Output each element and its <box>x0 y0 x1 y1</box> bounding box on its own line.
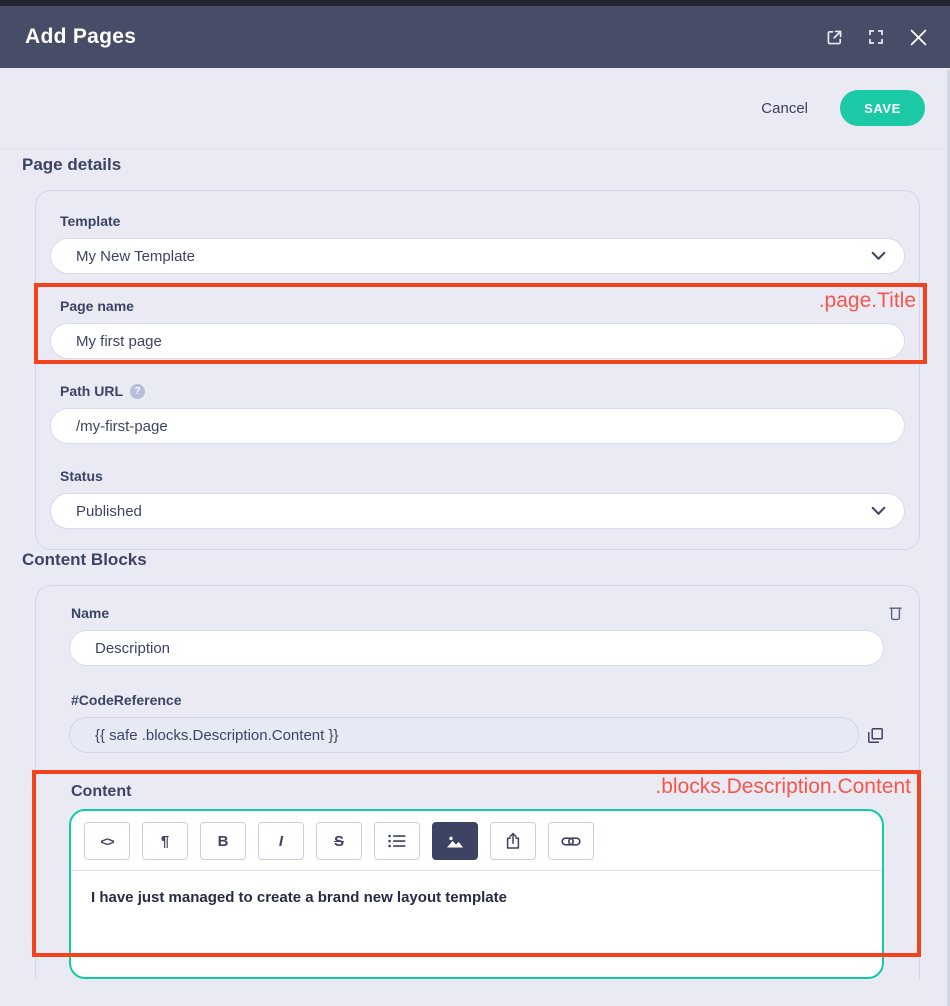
status-value: Published <box>76 503 142 520</box>
page-name-field-group: .page.Title Page name My first page <box>50 298 905 359</box>
page-name-label: Page name <box>60 298 905 314</box>
path-url-label: Path URL <box>60 383 123 399</box>
cancel-button[interactable]: Cancel <box>761 100 808 117</box>
code-icon[interactable]: <> <box>84 822 130 860</box>
path-url-input[interactable]: /my-first-page <box>50 408 905 444</box>
image-icon[interactable] <box>432 822 478 860</box>
modal-header-actions <box>818 21 934 53</box>
page-name-input[interactable]: My first page <box>50 323 905 359</box>
strikethrough-icon[interactable]: S <box>316 822 362 860</box>
modal-title: Add Pages <box>25 25 136 49</box>
content-blocks-heading: Content Blocks <box>22 550 950 570</box>
template-value: My New Template <box>76 248 195 265</box>
block-name-field-group: Name Description <box>69 605 884 666</box>
bold-icon[interactable]: B <box>200 822 246 860</box>
upload-icon[interactable] <box>490 822 536 860</box>
code-reference-field-group: #CodeReference {{ safe .blocks.Descripti… <box>69 692 884 753</box>
modal-body: Page details Template My New Template .p… <box>0 148 950 1006</box>
help-icon[interactable]: ? <box>130 384 145 399</box>
template-select[interactable]: My New Template <box>50 238 905 274</box>
block-name-label: Name <box>71 605 884 621</box>
path-url-field-group: Path URL ? /my-first-page <box>50 383 905 444</box>
status-select[interactable]: Published <box>50 493 905 529</box>
content-label: Content <box>71 783 884 801</box>
action-bar: Cancel SAVE <box>0 68 950 148</box>
editor-toolbar: <> ¶ B I S <box>71 811 882 871</box>
template-field-group: Template My New Template <box>50 213 905 274</box>
open-in-new-icon[interactable] <box>818 21 850 53</box>
page-details-heading: Page details <box>22 155 950 175</box>
block-name-input[interactable]: Description <box>69 630 884 666</box>
status-field-group: Status Published <box>50 468 905 529</box>
editor-text-area[interactable]: I have just managed to create a brand ne… <box>71 871 882 979</box>
status-label: Status <box>60 468 905 484</box>
content-field-group: .blocks.Description.Content Content <> ¶… <box>69 783 884 979</box>
fullscreen-icon[interactable] <box>860 21 892 53</box>
chevron-down-icon <box>871 503 886 520</box>
modal-header: Add Pages <box>0 6 950 68</box>
delete-block-icon[interactable] <box>888 605 903 621</box>
code-reference-input[interactable]: {{ safe .blocks.Description.Content }} <box>69 717 859 753</box>
template-label: Template <box>60 213 905 229</box>
rich-text-editor: <> ¶ B I S <box>69 809 884 979</box>
code-reference-label: #CodeReference <box>71 692 884 708</box>
italic-icon[interactable]: I <box>258 822 304 860</box>
unordered-list-icon[interactable] <box>374 822 420 860</box>
close-icon[interactable] <box>902 21 934 53</box>
chevron-down-icon <box>871 248 886 265</box>
save-button[interactable]: SAVE <box>840 90 925 126</box>
paragraph-icon[interactable]: ¶ <box>142 822 188 860</box>
copy-icon[interactable] <box>867 727 884 744</box>
link-icon[interactable] <box>548 822 594 860</box>
content-block-card: Name Description #CodeReference {{ safe … <box>35 585 920 979</box>
page-details-card: Template My New Template .page.Title Pag… <box>35 190 920 550</box>
